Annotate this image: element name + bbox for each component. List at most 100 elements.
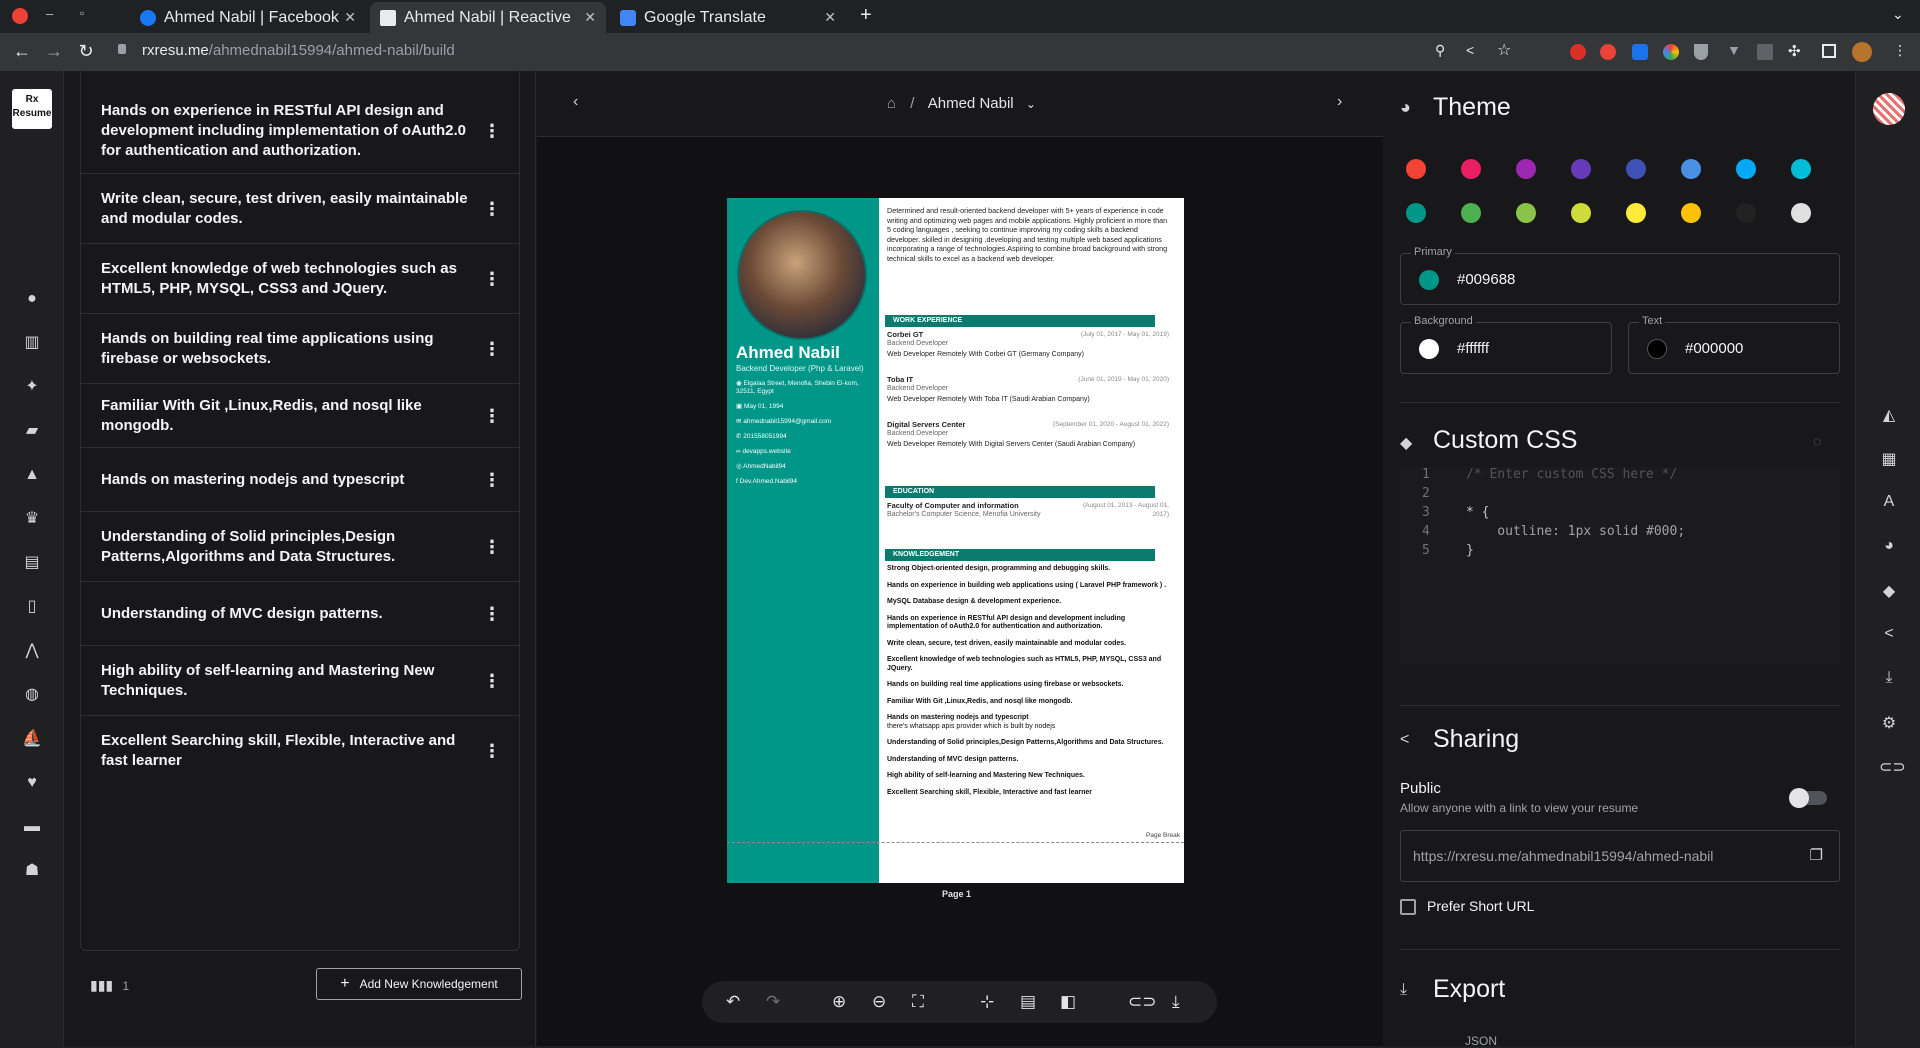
- sidepanel-icon[interactable]: [1822, 44, 1836, 58]
- close-tab-icon[interactable]: ✕: [824, 9, 836, 26]
- more-options-icon[interactable]: ⋮: [483, 671, 501, 691]
- copy-link-icon[interactable]: ⊂⊃: [1128, 992, 1157, 1012]
- primary-color-field[interactable]: Primary #009688: [1400, 246, 1840, 305]
- list-item[interactable]: Hands on experience in RESTful API desig…: [81, 89, 519, 174]
- graduation-cap-icon[interactable]: ▲: [22, 465, 42, 485]
- extensions-puzzle-icon[interactable]: ✣: [1788, 42, 1801, 60]
- list-item[interactable]: Excellent Searching skill, Flexible, Int…: [81, 716, 519, 786]
- more-options-icon[interactable]: ⋮: [483, 741, 501, 761]
- compass-icon[interactable]: ⋀: [22, 641, 42, 661]
- users-icon[interactable]: ☗: [22, 861, 42, 881]
- reload-icon[interactable]: ↻: [72, 41, 100, 62]
- color-swatch[interactable]: [1406, 159, 1426, 179]
- url-field[interactable]: rxresu.me/ahmednabil15994/ahmed-nabil/bu…: [142, 42, 455, 59]
- background-color-dot[interactable]: [1419, 339, 1439, 359]
- zoom-in-icon[interactable]: ⊕: [832, 992, 846, 1012]
- prefer-short-url-checkbox[interactable]: [1400, 899, 1416, 915]
- more-options-icon[interactable]: ⋮: [483, 199, 501, 219]
- public-toggle[interactable]: [1789, 788, 1827, 808]
- abp-extension-icon[interactable]: [1570, 44, 1586, 60]
- css-editor[interactable]: 1 2 3 4 5 /* Enter custom CSS here */ * …: [1400, 467, 1840, 665]
- more-options-icon[interactable]: ⋮: [483, 470, 501, 490]
- color-swatch[interactable]: [1626, 203, 1646, 223]
- close-tab-icon[interactable]: ✕: [584, 9, 596, 26]
- close-window-button[interactable]: [12, 8, 28, 24]
- fit-screen-icon[interactable]: ⛶: [912, 992, 924, 1012]
- color-swatch[interactable]: [1681, 159, 1701, 179]
- fi-extension-icon[interactable]: [1632, 44, 1648, 60]
- color-swatch[interactable]: [1571, 159, 1591, 179]
- forward-icon[interactable]: →: [40, 41, 68, 62]
- undo-icon[interactable]: ↶: [726, 992, 740, 1012]
- share-icon[interactable]: <: [1466, 42, 1474, 58]
- list-item[interactable]: Hands on building real time applications…: [81, 314, 519, 384]
- center-artboard-icon[interactable]: ⊹: [980, 992, 994, 1012]
- bookmark-star-icon[interactable]: ☆: [1497, 40, 1511, 60]
- color-swatch[interactable]: [1736, 159, 1756, 179]
- share-link-field[interactable]: https://rxresu.me/ahmednabil15994/ahmed-…: [1400, 830, 1840, 882]
- layout-icon[interactable]: ◭: [1879, 405, 1899, 425]
- more-options-icon[interactable]: ⋮: [483, 269, 501, 289]
- template-icon[interactable]: ▦: [1879, 449, 1899, 469]
- typography-icon[interactable]: A: [1879, 493, 1899, 513]
- list-item[interactable]: Understanding of Solid principles,Design…: [81, 512, 519, 582]
- mug-icon[interactable]: ▬: [22, 817, 42, 837]
- page-break-icon[interactable]: ▤: [1020, 992, 1036, 1012]
- text-color-field[interactable]: Text #000000: [1628, 315, 1840, 374]
- tab-facebook[interactable]: Ahmed Nabil | Facebook ✕: [130, 2, 366, 33]
- color-swatch[interactable]: [1461, 203, 1481, 223]
- tab-google-translate[interactable]: Google Translate ✕: [610, 2, 846, 33]
- color-swatch[interactable]: [1516, 159, 1536, 179]
- color-extension-icon[interactable]: [1663, 44, 1679, 60]
- trophy-icon[interactable]: ♛: [22, 509, 42, 529]
- color-swatch[interactable]: [1406, 203, 1426, 223]
- color-swatch[interactable]: [1681, 203, 1701, 223]
- location-icon[interactable]: ⚲: [1435, 42, 1445, 59]
- visibility-off-icon[interactable]: ◌: [1813, 433, 1821, 449]
- briefcase-icon[interactable]: ▰: [22, 421, 42, 441]
- list-item[interactable]: Excellent knowledge of web technologies …: [81, 244, 519, 314]
- color-swatch[interactable]: [1791, 203, 1811, 223]
- color-swatch[interactable]: [1791, 159, 1811, 179]
- add-knowledgement-button[interactable]: + Add New Knowledgement: [316, 968, 522, 1000]
- home-icon[interactable]: ⌂: [887, 95, 896, 112]
- sailboat-icon[interactable]: ⛵: [22, 729, 42, 749]
- color-swatch[interactable]: [1571, 203, 1591, 223]
- collapse-left-icon[interactable]: ‹: [573, 93, 578, 111]
- settings-gear-icon[interactable]: ⚙: [1879, 713, 1899, 733]
- new-tab-button[interactable]: +: [860, 4, 872, 27]
- vue-extension-icon[interactable]: ▼: [1727, 42, 1741, 58]
- link-nav-icon[interactable]: ⊂⊃: [1879, 757, 1906, 777]
- book-icon[interactable]: ▯: [22, 597, 42, 617]
- app-logo[interactable]: Rx Resume: [12, 89, 52, 129]
- twitter-icon[interactable]: ✦: [22, 377, 42, 397]
- map-icon[interactable]: ▥: [22, 333, 42, 353]
- more-options-icon[interactable]: ⋮: [483, 604, 501, 624]
- chevron-down-icon[interactable]: ⌄: [1026, 97, 1036, 111]
- primary-color-dot[interactable]: [1419, 270, 1439, 290]
- export-nav-icon[interactable]: ⤓: [1879, 669, 1899, 689]
- profile-avatar-icon[interactable]: [1852, 42, 1872, 62]
- columns-control[interactable]: ▮▮▮ 1: [90, 977, 129, 994]
- more-options-icon[interactable]: ⋮: [483, 406, 501, 426]
- tab-reactive-resume[interactable]: Ahmed Nabil | Reactive Re ✕: [370, 2, 606, 33]
- share-nav-icon[interactable]: <: [1879, 625, 1899, 645]
- back-icon[interactable]: ←: [8, 41, 36, 62]
- color-swatch[interactable]: [1736, 203, 1756, 223]
- list-item[interactable]: Write clean, secure, test driven, easily…: [81, 174, 519, 244]
- color-swatch[interactable]: [1516, 203, 1536, 223]
- shield-extension-icon[interactable]: [1694, 44, 1708, 60]
- list-item[interactable]: Hands on mastering nodejs and typescript…: [81, 448, 519, 512]
- zoom-out-icon[interactable]: ⊖: [872, 992, 886, 1012]
- more-options-icon[interactable]: ⋮: [483, 121, 501, 141]
- download-icon[interactable]: ⤓: [1172, 992, 1180, 1012]
- user-avatar[interactable]: [1873, 93, 1905, 125]
- list-item[interactable]: High ability of self-learning and Master…: [81, 646, 519, 716]
- resume-name-crumb[interactable]: Ahmed Nabil: [928, 95, 1014, 112]
- palette-nav-icon[interactable]: ◕: [1879, 537, 1899, 557]
- redo-icon[interactable]: ↷: [766, 992, 780, 1012]
- list-item[interactable]: Understanding of MVC design patterns. ⋮: [81, 582, 519, 646]
- color-swatch[interactable]: [1461, 159, 1481, 179]
- collapse-right-icon[interactable]: ›: [1337, 93, 1342, 111]
- copy-icon[interactable]: ❐: [1810, 846, 1823, 864]
